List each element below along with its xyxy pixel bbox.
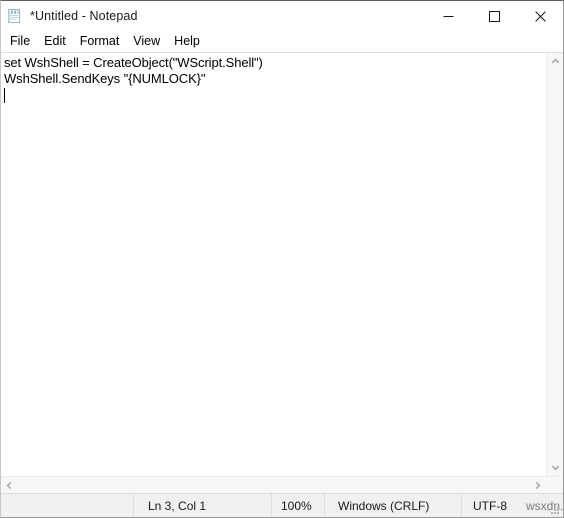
editor-region: set WshShell = CreateObject("WScript.She…: [1, 52, 563, 494]
menu-item-view[interactable]: View: [126, 32, 167, 52]
horizontal-scrollbar[interactable]: [1, 476, 563, 494]
menu-item-file[interactable]: File: [3, 32, 37, 52]
menu-item-format[interactable]: Format: [73, 32, 127, 52]
scroll-up-arrow[interactable]: [547, 53, 564, 70]
chevron-up-icon: [551, 58, 559, 64]
status-encoding[interactable]: UTF-8: [462, 494, 524, 517]
status-cursor-position[interactable]: Ln 3, Col 1: [134, 494, 272, 517]
scrollbar-corner: [546, 476, 563, 494]
text-caret: [4, 88, 5, 103]
scroll-right-arrow[interactable]: [529, 477, 546, 494]
editor-line-1: set WshShell = CreateObject("WScript.She…: [4, 55, 263, 70]
minimize-button[interactable]: [425, 1, 471, 31]
window-controls: [425, 1, 563, 31]
vertical-scrollbar[interactable]: [546, 53, 563, 476]
close-button[interactable]: [517, 1, 563, 31]
resize-grip[interactable]: [549, 503, 561, 515]
minimize-icon: [443, 15, 453, 17]
title-bar-left: *Untitled - Notepad: [1, 8, 425, 25]
close-icon: [534, 10, 546, 22]
chevron-left-icon: [6, 481, 12, 489]
menu-item-edit[interactable]: Edit: [37, 32, 73, 52]
notepad-window: *Untitled - Notepad File Edit Format Vie…: [0, 0, 564, 518]
status-spacer: [1, 494, 134, 517]
status-line-endings[interactable]: Windows (CRLF): [325, 494, 462, 517]
scroll-down-arrow[interactable]: [547, 459, 564, 476]
text-editor[interactable]: set WshShell = CreateObject("WScript.She…: [1, 53, 546, 476]
chevron-right-icon: [535, 481, 541, 489]
editor-row: set WshShell = CreateObject("WScript.She…: [1, 53, 563, 476]
menu-item-help[interactable]: Help: [167, 32, 207, 52]
scroll-left-arrow[interactable]: [1, 477, 18, 494]
title-bar[interactable]: *Untitled - Notepad: [1, 1, 563, 31]
resize-grip-icon: [551, 506, 559, 514]
editor-line-2: WshShell.SendKeys "{NUMLOCK}": [4, 71, 206, 86]
maximize-icon: [488, 10, 500, 22]
status-bar: Ln 3, Col 1 100% Windows (CRLF) UTF-8 ws…: [1, 493, 563, 517]
status-zoom-level[interactable]: 100%: [272, 494, 325, 517]
maximize-button[interactable]: [471, 1, 517, 31]
notepad-icon: [6, 8, 23, 25]
menu-bar: File Edit Format View Help: [1, 31, 563, 52]
window-title: *Untitled - Notepad: [30, 9, 138, 23]
editor-line-3: [4, 87, 546, 103]
chevron-down-icon: [551, 465, 559, 471]
